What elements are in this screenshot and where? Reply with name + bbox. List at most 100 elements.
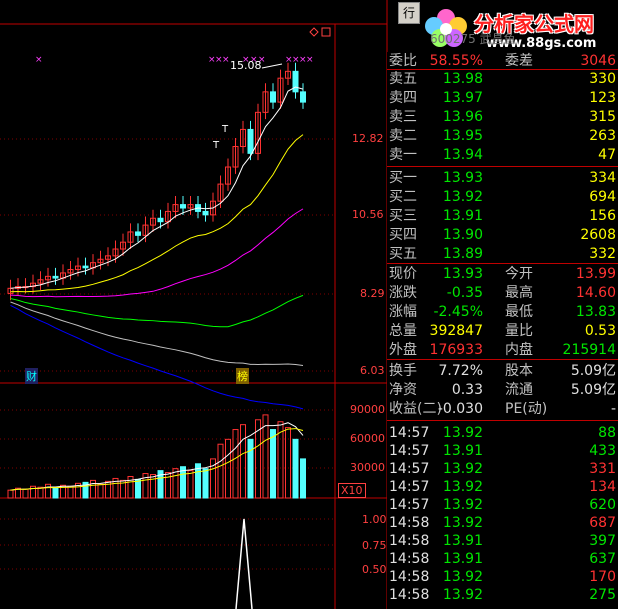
tick-price: 13.92	[442, 479, 483, 495]
ask-volume: 123	[589, 90, 616, 106]
tick-row[interactable]: 14:57 13.91 433	[387, 442, 618, 460]
tick-row[interactable]: 14:57 13.92 88	[387, 424, 618, 442]
tick-volume: 433	[589, 443, 616, 459]
tick-row[interactable]: 14:58 13.92 275	[387, 586, 618, 604]
volume-bar	[217, 443, 224, 499]
bid-label: 买四	[389, 227, 417, 243]
ask-row[interactable]: 卖一 13.94 47	[387, 146, 618, 164]
flower-icon	[425, 9, 467, 47]
tick-time: 14:58	[389, 515, 430, 531]
bid-row[interactable]: 买一 13.93 334	[387, 169, 618, 187]
ask-price: 13.95	[442, 128, 483, 144]
stat-label: 量比	[505, 323, 533, 339]
fin-row[interactable]: 净资 0.33 流通 5.09亿	[387, 381, 618, 399]
fin-value: 0.33	[451, 382, 483, 398]
tick-price: 13.92	[442, 569, 483, 585]
event-marker-bang[interactable]: 榜	[236, 368, 249, 384]
volume-bar	[37, 486, 44, 499]
stat-value: 0.53	[584, 323, 616, 339]
ask-volume: 263	[589, 128, 616, 144]
ask-price: 13.96	[442, 109, 483, 125]
ask-row[interactable]: 卖四 13.97 123	[387, 89, 618, 107]
tick-volume: 88	[598, 425, 616, 441]
tick-row[interactable]: 14:58 13.91 397	[387, 532, 618, 550]
bid-label: 买一	[389, 170, 417, 186]
bid-price: 13.90	[442, 227, 483, 243]
weibi-row: 委比 58.55% 委差 3046	[387, 52, 618, 70]
candle-body	[135, 231, 141, 236]
ask-volume: 315	[589, 109, 616, 125]
tick-row[interactable]: 14:58 13.91 637	[387, 550, 618, 568]
volume-tick: 60000	[350, 432, 385, 445]
tick-price: 13.92	[442, 425, 483, 441]
candle-body	[52, 275, 59, 279]
tick-price: 13.92	[442, 587, 483, 603]
stat-row[interactable]: 外盘 176933 内盘 215914	[387, 341, 618, 359]
volume-bar	[232, 429, 239, 499]
signal-t: T	[222, 124, 229, 135]
candle-body	[270, 91, 276, 103]
tick-volume: 687	[589, 515, 616, 531]
indicator-tick: 1.00	[362, 513, 387, 526]
stat-row[interactable]: 现价 13.93 今开 13.99	[387, 265, 618, 283]
ask-label: 卖一	[389, 147, 417, 163]
candle-body	[247, 128, 254, 154]
moving-average-line	[10, 134, 304, 293]
signal-marker: ×	[222, 55, 230, 65]
signal-marker: ×	[306, 55, 314, 65]
stat-value: 215914	[562, 342, 616, 358]
fin-row[interactable]: 换手 7.72% 股本 5.09亿	[387, 362, 618, 380]
stat-value: 13.99	[575, 266, 616, 282]
stat-label: 涨幅	[389, 304, 417, 320]
bid-row[interactable]: 买四 13.90 2608	[387, 226, 618, 244]
stat-row[interactable]: 总量 392847 量比 0.53	[387, 322, 618, 340]
event-marker-cai[interactable]: 财	[25, 368, 38, 384]
bid-row[interactable]: 买二 13.92 694	[387, 188, 618, 206]
ask-label: 卖五	[389, 71, 417, 87]
stat-label: 外盘	[389, 342, 417, 358]
tick-volume: 331	[589, 461, 616, 477]
price-tick: 10.56	[352, 208, 384, 221]
ask-row[interactable]: 卖五 13.98 330	[387, 70, 618, 88]
volume-ma-line	[10, 428, 304, 491]
stock-code: 600275 武昌鱼	[430, 32, 516, 46]
tick-row[interactable]: 14:57 13.92 331	[387, 460, 618, 478]
volume-bar	[7, 489, 14, 499]
tick-price: 13.92	[442, 515, 483, 531]
ask-price: 13.94	[442, 147, 483, 163]
tick-time: 14:58	[389, 569, 430, 585]
ask-row[interactable]: 卖三 13.96 315	[387, 108, 618, 126]
tick-row[interactable]: 14:58 13.92 170	[387, 568, 618, 586]
diamond-icon	[309, 27, 319, 37]
tick-row[interactable]: 14:58 13.92 687	[387, 514, 618, 532]
volume-bar	[270, 429, 276, 499]
price-tick: 12.82	[352, 132, 384, 145]
volume-bar	[22, 488, 29, 499]
stat-row[interactable]: 涨幅 -2.45% 最低 13.83	[387, 303, 618, 321]
moving-average-line	[10, 294, 304, 328]
ask-volume: 330	[589, 71, 616, 87]
bid-row[interactable]: 买三 13.91 156	[387, 207, 618, 225]
bid-row[interactable]: 买五 13.89 332	[387, 245, 618, 263]
site-logo: 分析家公式网 www.88gs.com	[416, 0, 618, 56]
signal-t: T	[213, 140, 220, 151]
ask-label: 卖四	[389, 90, 417, 106]
tick-volume: 275	[589, 587, 616, 603]
tick-row[interactable]: 14:57 13.92 134	[387, 478, 618, 496]
fin-label: 换手	[389, 363, 417, 379]
moving-average-line	[10, 301, 304, 366]
tick-price: 13.92	[442, 461, 483, 477]
stat-row[interactable]: 涨跌 -0.35 最高 14.60	[387, 284, 618, 302]
fin-row[interactable]: 收益(二) -0.030 PE(动) -	[387, 400, 618, 418]
tick-price: 13.92	[442, 497, 483, 513]
ask-row[interactable]: 卖二 13.95 263	[387, 127, 618, 145]
stat-label: 涨跌	[389, 285, 417, 301]
volume-bar	[135, 478, 141, 499]
divider	[387, 359, 618, 360]
fin-value: 5.09亿	[570, 363, 616, 379]
stat-value: -2.45%	[433, 304, 483, 320]
stat-label: 总量	[389, 323, 417, 339]
tick-volume: 397	[589, 533, 616, 549]
bid-label: 买二	[389, 189, 417, 205]
tick-row[interactable]: 14:57 13.92 620	[387, 496, 618, 514]
